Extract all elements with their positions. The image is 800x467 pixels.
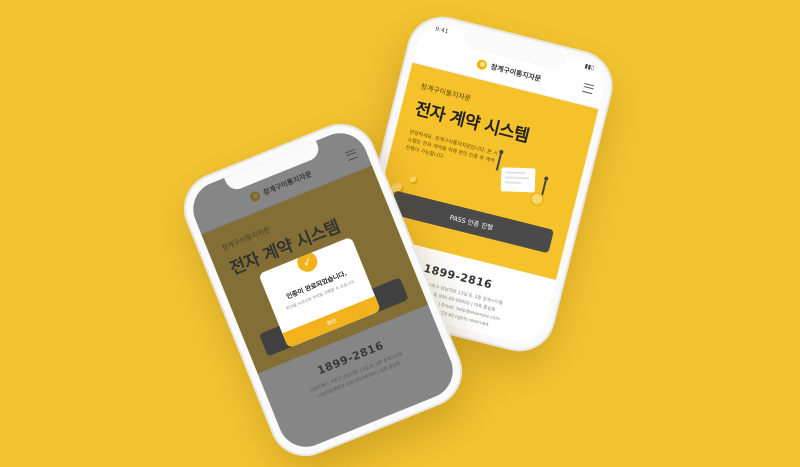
logo-mark-icon (476, 58, 489, 71)
status-time: 9:41 (434, 25, 450, 36)
menu-icon[interactable] (582, 83, 595, 95)
logo-text: 창계구이통지자문 (490, 62, 542, 83)
coin-icon (408, 175, 419, 186)
contract-illustration-icon (481, 147, 562, 218)
